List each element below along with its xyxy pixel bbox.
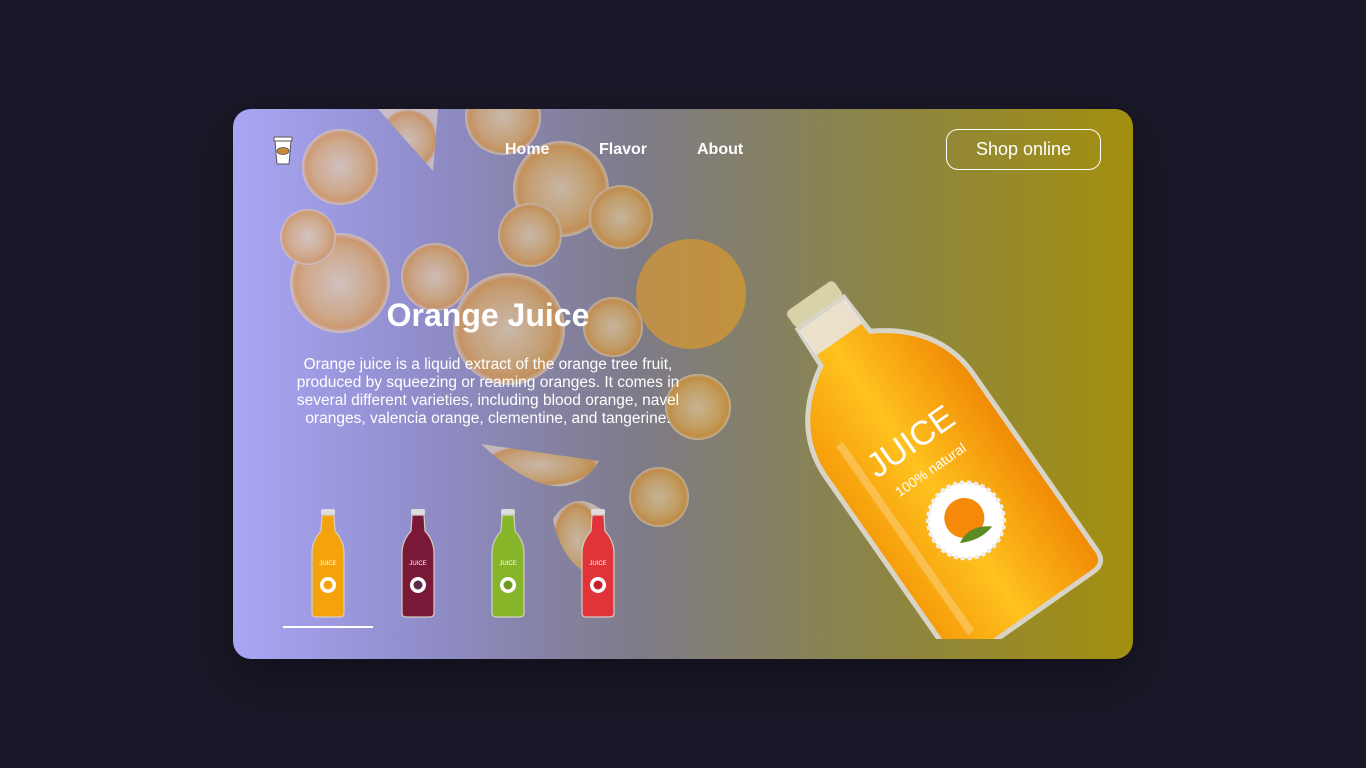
flavor-thumb-kiwi[interactable]: JUICE — [463, 507, 553, 625]
flavor-thumb-orange[interactable]: JUICE — [283, 507, 373, 625]
shop-online-button[interactable]: Shop online — [946, 129, 1101, 170]
svg-text:JUICE: JUICE — [589, 561, 606, 567]
grape-bottle-icon: JUICE — [401, 509, 435, 618]
featured-juice-bottle: JUICE 100% natural — [785, 279, 1104, 639]
flavor-thumb-grape[interactable]: JUICE — [373, 507, 463, 625]
hero-card: Home Flavor About Shop online Orange Jui… — [233, 109, 1133, 659]
selected-flavor-indicator — [283, 626, 373, 628]
nav-about-link[interactable]: About — [697, 141, 743, 159]
flavor-thumb-strawberry[interactable]: JUICE — [553, 507, 643, 625]
svg-text:JUICE: JUICE — [319, 561, 336, 567]
product-description: Orange juice is a liquid extract of the … — [296, 356, 680, 427]
nav-home-link[interactable]: Home — [505, 141, 549, 159]
svg-text:JUICE: JUICE — [409, 561, 426, 567]
strawberry-bottle-icon: JUICE — [581, 509, 615, 618]
juice-cup-logo-icon[interactable] — [271, 136, 295, 166]
page-title: Orange Juice — [386, 297, 590, 333]
kiwi-bottle-icon: JUICE — [491, 509, 525, 618]
svg-text:JUICE: JUICE — [499, 561, 516, 567]
flavor-selector: JUICE JUICE JUICE JUICE — [283, 507, 643, 632]
orange-bottle-icon: JUICE — [311, 509, 345, 618]
nav-flavor-link[interactable]: Flavor — [599, 141, 647, 159]
